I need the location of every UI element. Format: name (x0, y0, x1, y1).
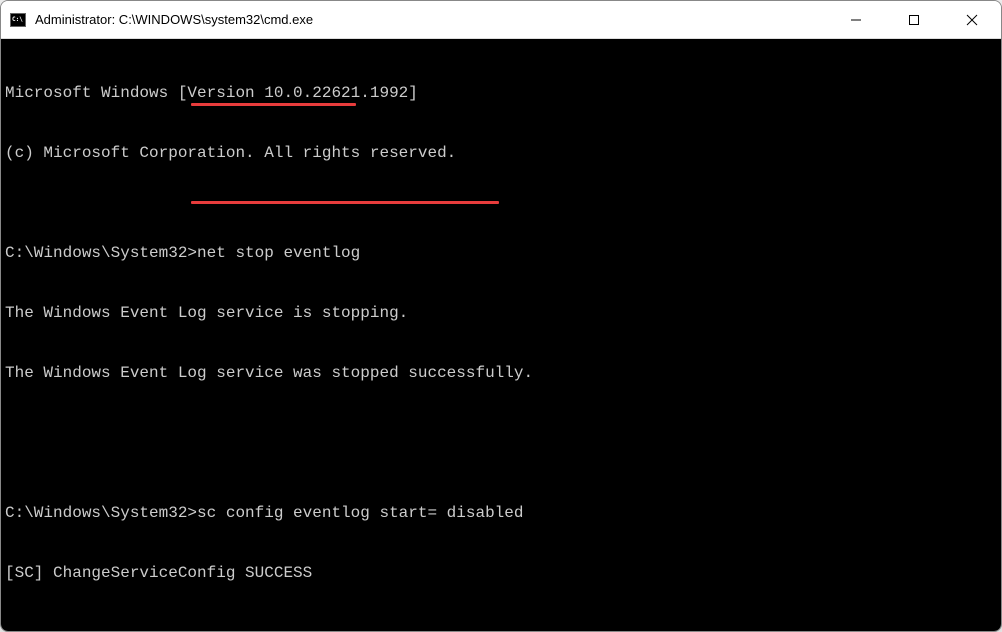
close-button[interactable] (943, 1, 1001, 38)
terminal-line: C:\Windows\System32>sc config eventlog s… (5, 503, 997, 523)
window-controls (827, 1, 1001, 38)
titlebar[interactable]: C:\ Administrator: C:\WINDOWS\system32\c… (1, 1, 1001, 39)
window-title: Administrator: C:\WINDOWS\system32\cmd.e… (35, 12, 827, 27)
annotation-underline (191, 103, 356, 106)
terminal-line: [SC] ChangeServiceConfig SUCCESS (5, 563, 997, 583)
terminal-line: The Windows Event Log service was stoppe… (5, 363, 997, 383)
minimize-button[interactable] (827, 1, 885, 38)
terminal-area[interactable]: Microsoft Windows [Version 10.0.22621.19… (1, 39, 1001, 631)
maximize-button[interactable] (885, 1, 943, 38)
maximize-icon (908, 14, 920, 26)
terminal-line: C:\Windows\System32>net stop eventlog (5, 243, 997, 263)
cmd-icon: C:\ (9, 11, 27, 29)
terminal-line: Microsoft Windows [Version 10.0.22621.19… (5, 83, 997, 103)
annotation-underline (191, 201, 499, 204)
close-icon (966, 14, 978, 26)
cmd-window: C:\ Administrator: C:\WINDOWS\system32\c… (0, 0, 1002, 632)
minimize-icon (850, 14, 862, 26)
terminal-line: The Windows Event Log service is stoppin… (5, 303, 997, 323)
terminal-line: (c) Microsoft Corporation. All rights re… (5, 143, 997, 163)
svg-text:C:\: C:\ (12, 16, 23, 23)
